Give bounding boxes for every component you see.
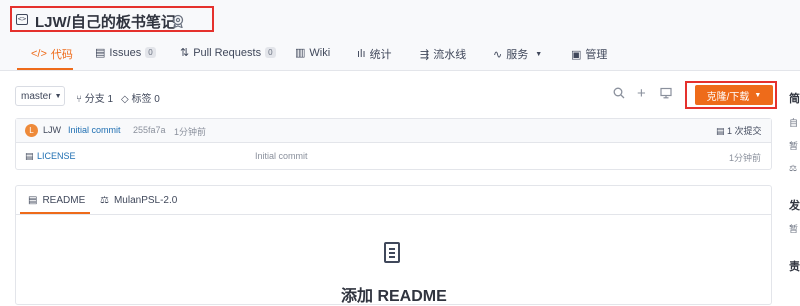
sidebar-text: 自	[789, 118, 799, 128]
file-commit-message[interactable]: Initial commit	[255, 151, 308, 161]
issues-count-badge: 0	[145, 47, 156, 58]
tab-wiki[interactable]: ▥ Wiki	[295, 46, 331, 60]
commit-author[interactable]: LJW	[43, 125, 61, 135]
sidebar-heading-intro: 简	[789, 93, 800, 105]
tab-stats[interactable]: ılı 统计	[357, 46, 392, 62]
file-time: 1分钟前	[729, 153, 762, 163]
branches-label: 分支 1	[84, 94, 114, 105]
tab-manage[interactable]: ▣ 管理	[571, 46, 607, 62]
pull-requests-count-badge: 0	[265, 47, 276, 58]
issues-icon: ▤	[95, 47, 106, 59]
search-icon[interactable]	[613, 87, 625, 102]
add-icon[interactable]: +	[637, 85, 646, 102]
caret-down-icon: ▼	[54, 92, 62, 100]
tab-label: 流水线	[433, 49, 467, 61]
tab-license[interactable]: ⚖ MulanPSL-2.0	[100, 195, 177, 206]
tab-issues[interactable]: ▤ Issues 0	[95, 46, 156, 59]
add-readme-heading[interactable]: 添加 README	[341, 282, 447, 306]
latest-commit-bar	[16, 119, 771, 143]
tab-pull-requests[interactable]: ⇅ Pull Requests 0	[180, 46, 276, 59]
monitor-icon[interactable]	[660, 87, 672, 102]
commit-time: 1分钟前	[174, 127, 207, 137]
bar-chart-icon: ılı	[357, 48, 366, 60]
pull-request-icon: ⇅	[180, 47, 190, 59]
sidebar-text: 暂	[789, 141, 799, 151]
repo-title[interactable]: LJW/自己的板书笔记	[35, 11, 176, 32]
pipeline-icon: ⇶	[420, 48, 430, 61]
branches-link[interactable]: ⑂ 分支 1	[76, 90, 113, 105]
commit-count-label: 1 次提交	[727, 126, 762, 136]
tab-label: 管理	[585, 49, 608, 61]
certificate-badge-icon[interactable]	[171, 14, 185, 28]
avatar[interactable]: L	[25, 124, 38, 137]
readme-document-icon	[384, 242, 400, 263]
tags-label: 标签 0	[131, 94, 160, 105]
tab-code[interactable]: </> 代码	[31, 46, 73, 62]
tab-pipeline[interactable]: ⇶ 流水线	[420, 46, 466, 62]
clone-download-button[interactable]: 克隆/下载 ▼	[695, 85, 773, 105]
readme-tab-label: README	[42, 195, 86, 206]
sidebar-heading-contributors: 责	[789, 261, 800, 273]
tab-label: Issues	[109, 46, 142, 59]
document-icon: ▤	[28, 195, 38, 206]
pulse-icon: ∿	[493, 48, 503, 61]
clone-label: 克隆/下载	[706, 91, 750, 103]
tag-icon: ◇	[121, 94, 132, 105]
tab-label: 代码	[50, 49, 73, 61]
code-icon: </>	[31, 48, 47, 60]
tab-label: 统计	[369, 49, 392, 61]
code-repo-icon: <>	[16, 14, 28, 25]
sidebar-scale-icon: ⚖	[789, 163, 798, 173]
sidebar-text: 暂	[789, 224, 799, 234]
history-icon: ▤	[716, 126, 728, 136]
commit-hash[interactable]: 255fa7a	[133, 125, 166, 135]
chevron-down-icon: ▼	[754, 91, 762, 99]
tab-services[interactable]: ∿ 服务 ▼	[493, 46, 542, 62]
scale-icon: ⚖	[100, 195, 109, 206]
tab-readme[interactable]: ▤ README	[28, 195, 85, 206]
file-icon: ▤	[25, 151, 34, 161]
active-tab-underline	[17, 68, 73, 70]
branch-selector[interactable]: master ▼	[15, 86, 65, 106]
tab-label: Wiki	[309, 46, 331, 59]
branch-icon: ⑂	[76, 94, 85, 105]
sidebar-heading-release: 发	[789, 200, 800, 212]
tab-label: 服务	[506, 49, 529, 61]
divider	[16, 214, 771, 215]
chevron-down-icon: ▼	[535, 50, 543, 58]
license-tab-label: MulanPSL-2.0	[113, 195, 178, 206]
file-name[interactable]: LICENSE	[37, 151, 76, 161]
book-icon: ▥	[295, 47, 306, 59]
commit-count-link[interactable]: ▤ 1 次提交	[716, 124, 762, 137]
commit-message[interactable]: Initial commit	[68, 125, 121, 135]
branch-name: master	[21, 90, 52, 102]
tags-link[interactable]: ◇ 标签 0	[121, 90, 160, 105]
tab-label: Pull Requests	[193, 46, 262, 59]
settings-icon: ▣	[571, 48, 582, 61]
